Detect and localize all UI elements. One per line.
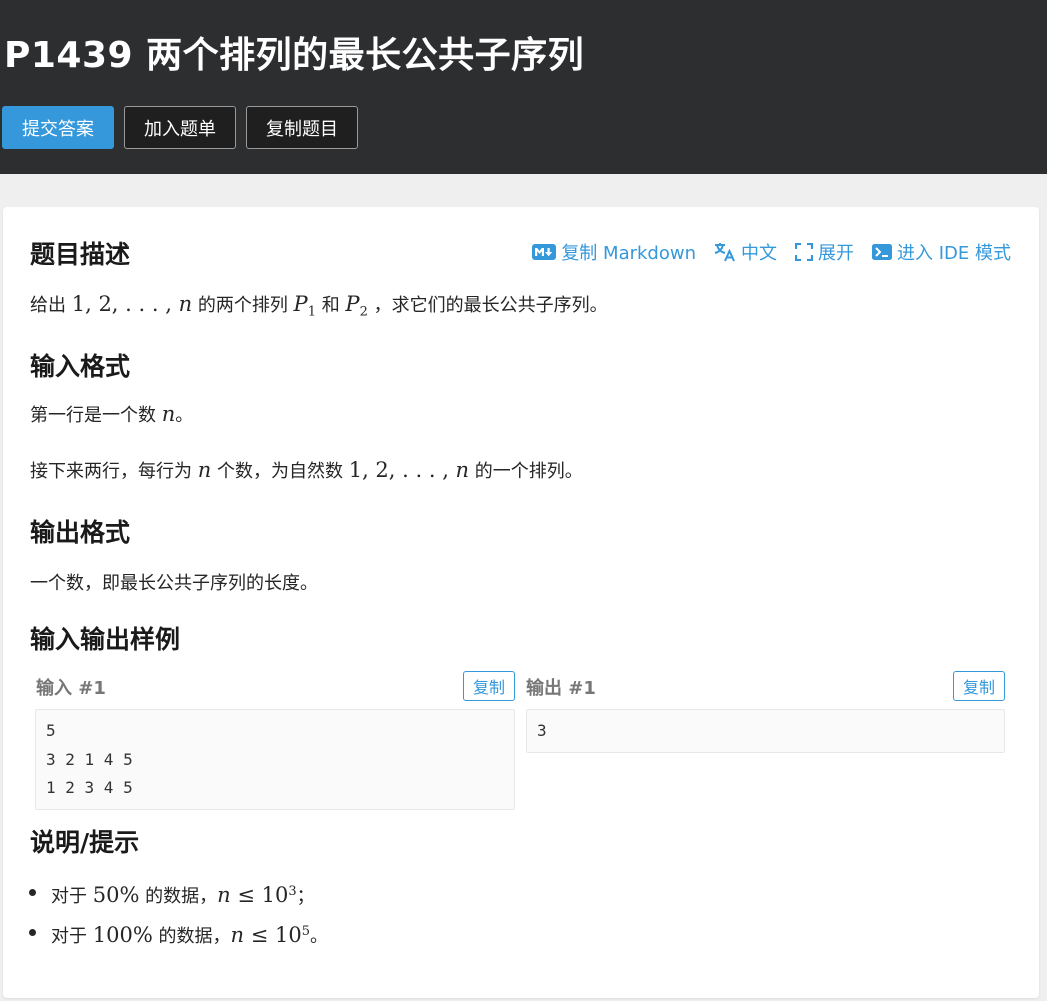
sample-output-label: 输出 #1: [526, 678, 596, 699]
language-label: 中文: [741, 243, 777, 264]
problem-header: P1439 两个排列的最长公共子序列 提交答案 加入题单 复制题目: [0, 0, 1047, 174]
sample-input-box[interactable]: 5 3 2 1 4 5 1 2 3 4 5: [35, 709, 515, 810]
language-toggle[interactable]: 中文: [714, 239, 777, 265]
ide-mode-label: 进入 IDE 模式: [897, 243, 1011, 264]
expand-label: 展开: [818, 243, 854, 264]
ide-mode-link[interactable]: 进入 IDE 模式: [872, 239, 1011, 265]
sample-output-box[interactable]: 3: [526, 709, 1005, 753]
input-format-line-2: 接下来两行，每行为 n 个数，为自然数 1, 2, . . . , n 的一个排…: [30, 458, 583, 482]
expand-toggle[interactable]: 展开: [795, 239, 854, 265]
add-to-list-button[interactable]: 加入题单: [124, 106, 236, 149]
header-actions: 提交答案 加入题单 复制题目: [2, 106, 358, 149]
terminal-icon: [872, 244, 892, 260]
copy-problem-button[interactable]: 复制题目: [246, 106, 358, 149]
hints-heading: 说明/提示: [30, 828, 140, 857]
samples-heading: 输入输出样例: [30, 625, 181, 654]
description-heading: 题目描述: [30, 240, 131, 269]
submit-answer-button[interactable]: 提交答案: [2, 106, 114, 149]
translate-icon: [714, 243, 735, 262]
input-format-line-1: 第一行是一个数 n。: [30, 402, 194, 426]
list-item: 对于 100% 的数据，n ≤ 105。: [29, 912, 328, 952]
output-format-text: 一个数，即最长公共子序列的长度。: [30, 573, 318, 594]
output-format-heading: 输出格式: [30, 518, 131, 547]
problem-toolbar: 复制 Markdown 中文 展开 进入 IDE 模式: [532, 239, 1011, 265]
page-title: P1439 两个排列的最长公共子序列: [4, 35, 585, 76]
description-text: 给出 1, 2, . . . , n 的两个排列 P1 和 P2 ，求它们的最长…: [30, 292, 608, 320]
sample-input-label: 输入 #1: [36, 678, 106, 699]
hints-list: 对于 50% 的数据，n ≤ 103； 对于 100% 的数据，n ≤ 105。: [29, 872, 328, 952]
markdown-icon: [532, 244, 557, 260]
list-item: 对于 50% 的数据，n ≤ 103；: [29, 872, 328, 912]
copy-output-button[interactable]: 复制: [953, 671, 1005, 701]
problem-card: 复制 Markdown 中文 展开 进入 IDE 模式 题目描述 给出 1, 2…: [3, 207, 1039, 998]
copy-markdown-label: 复制 Markdown: [561, 243, 696, 264]
copy-input-button[interactable]: 复制: [463, 671, 515, 701]
fullscreen-icon: [795, 243, 813, 261]
copy-markdown-link[interactable]: 复制 Markdown: [532, 239, 696, 265]
input-format-heading: 输入格式: [30, 352, 131, 381]
